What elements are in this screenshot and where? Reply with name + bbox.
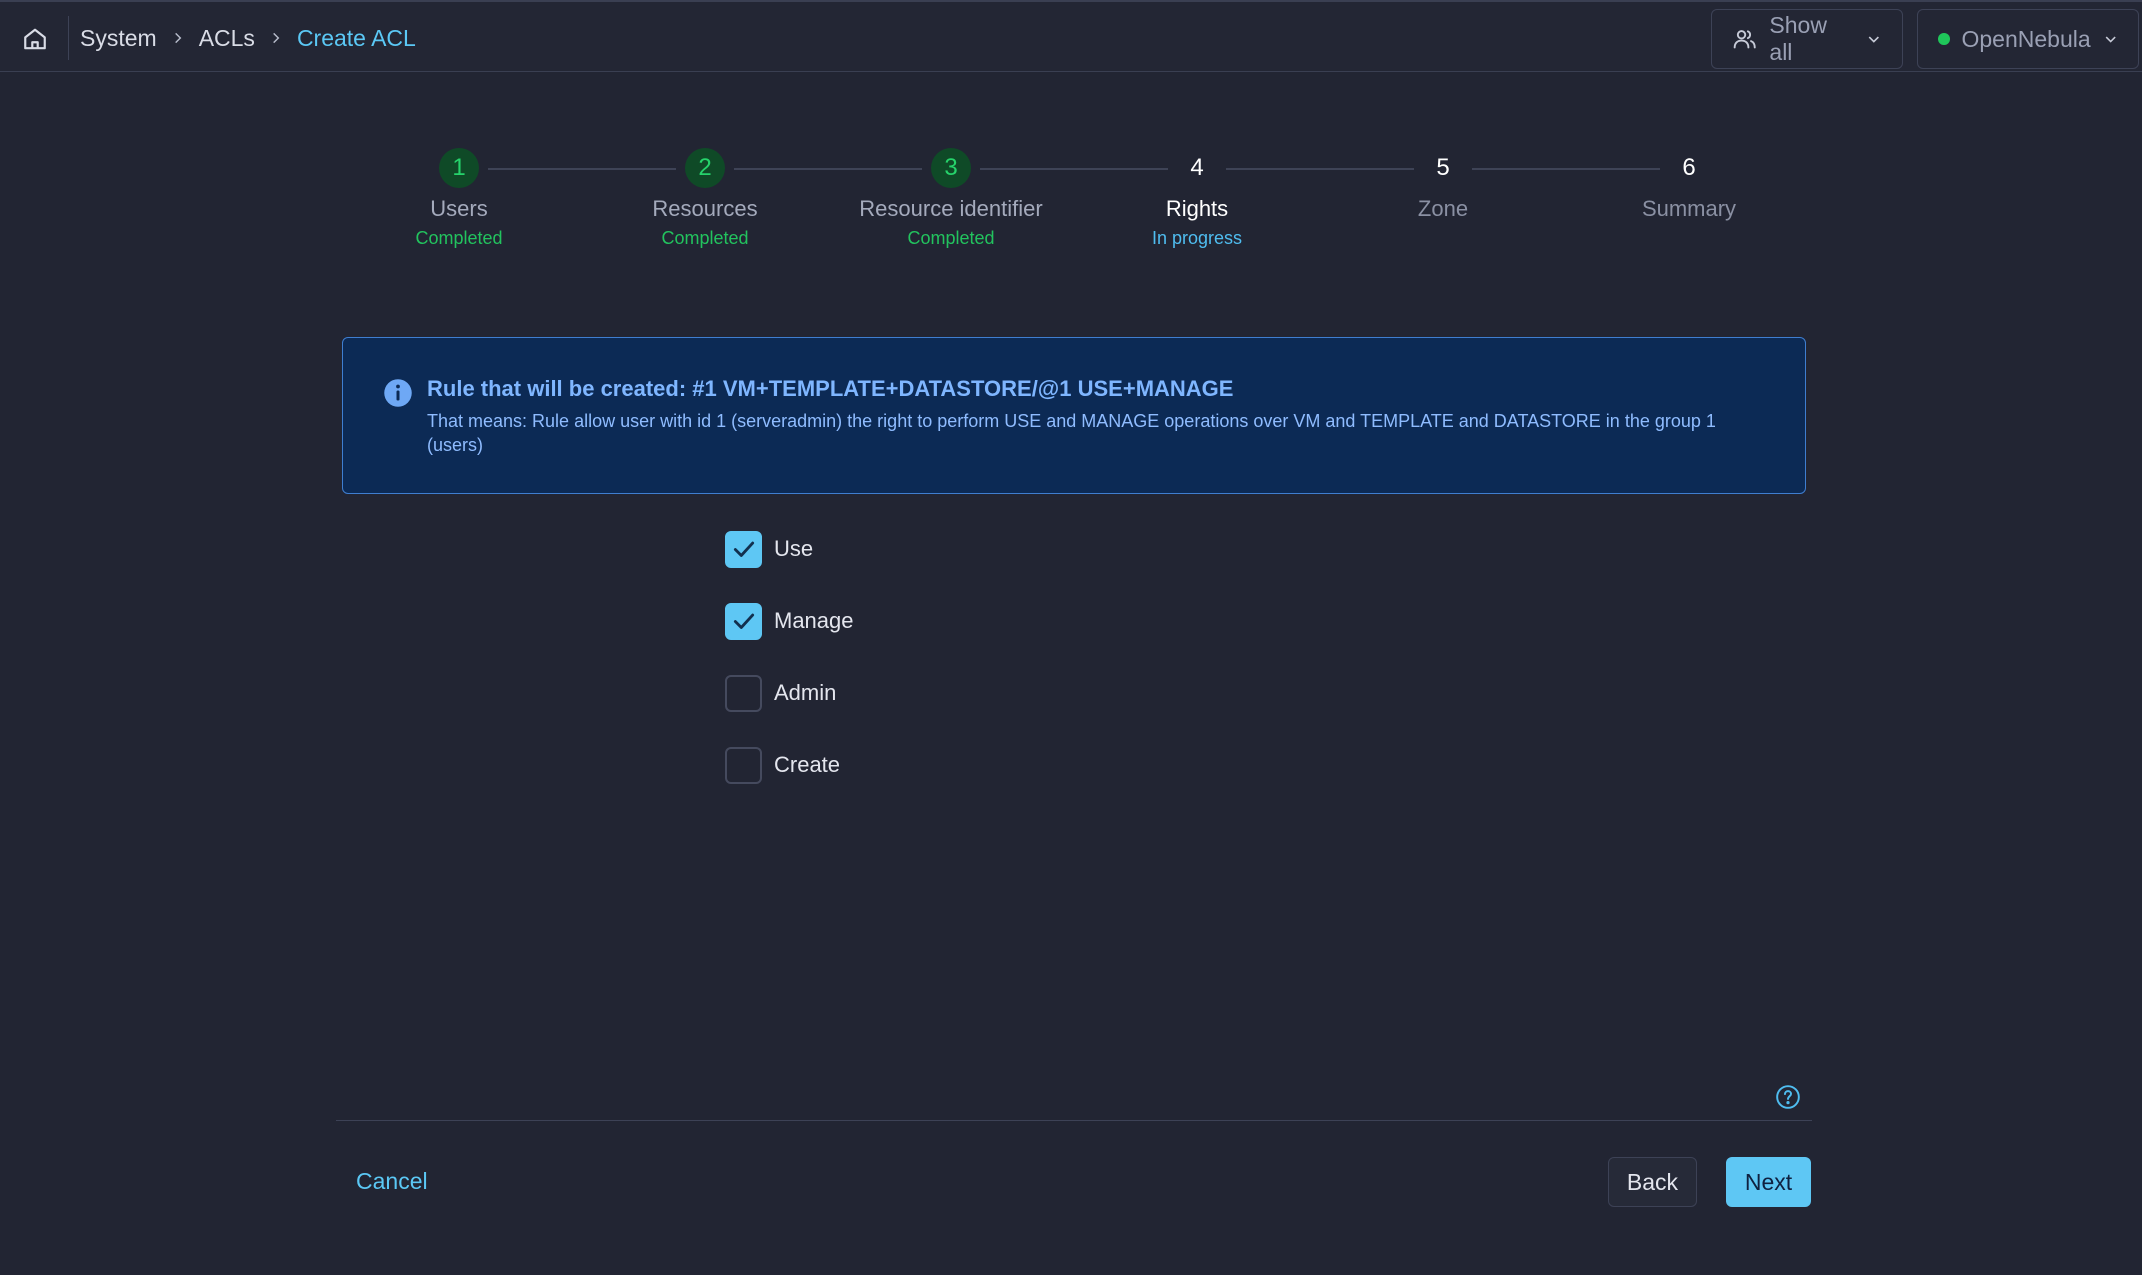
- admin-label: Admin: [774, 680, 837, 705]
- create-label: Create: [774, 752, 841, 777]
- breadcrumb: System ACLs Create ACL: [80, 2, 416, 74]
- home-icon: [24, 28, 46, 50]
- step-resource-identifier[interactable]: 3 Resource identifier Completed: [828, 148, 1074, 249]
- check-icon: [733, 541, 754, 557]
- step-label: Summary: [1641, 196, 1737, 221]
- group-filter-button[interactable]: Show all: [1711, 9, 1903, 69]
- alert-title: Rule that will be created: #1 VM+TEMPLAT…: [427, 376, 1234, 401]
- create-checkbox[interactable]: [725, 746, 762, 784]
- step-number: 6: [1682, 154, 1696, 181]
- check-icon: [733, 613, 754, 629]
- back-button[interactable]: Back: [1608, 1157, 1697, 1207]
- wizard-stepper: 1 Users Completed 2 Resources Completed …: [0, 148, 2142, 248]
- zone-selector-button[interactable]: OpenNebula: [1917, 9, 2139, 69]
- info-icon: [384, 379, 412, 407]
- step-users[interactable]: 1 Users Completed: [336, 148, 582, 249]
- manage-label: Manage: [774, 608, 854, 633]
- group-filter-label: Show all: [1769, 12, 1827, 65]
- use-checkbox[interactable]: [725, 530, 762, 568]
- cancel-button[interactable]: Cancel: [340, 1158, 444, 1204]
- home-divider: [68, 16, 69, 60]
- right-manage-option[interactable]: Manage: [725, 602, 854, 640]
- right-admin-option[interactable]: Admin: [725, 674, 836, 712]
- step-status: In progress: [1151, 228, 1243, 248]
- zone-status-dot: [1938, 33, 1950, 45]
- step-label: Rights: [1165, 196, 1229, 221]
- chevron-down-icon: [1869, 36, 1880, 43]
- step-label: Resource identifier: [859, 196, 1043, 221]
- chevron-right-icon: [269, 31, 283, 45]
- use-label: Use: [774, 536, 814, 561]
- step-number: 4: [1190, 154, 1204, 181]
- home-button[interactable]: [16, 20, 54, 58]
- step-zone: 5 Zone: [1320, 148, 1566, 222]
- step-number: 1: [439, 148, 479, 188]
- admin-checkbox[interactable]: [725, 674, 762, 712]
- zone-selector-label: OpenNebula: [1961, 25, 2091, 52]
- users-icon: [1733, 30, 1756, 49]
- next-button[interactable]: Next: [1726, 1157, 1811, 1207]
- step-summary: 6 Summary: [1566, 148, 1812, 222]
- step-label: Zone: [1417, 196, 1469, 221]
- step-number: 2: [685, 148, 725, 188]
- step-resources[interactable]: 2 Resources Completed: [582, 148, 828, 249]
- breadcrumb-system[interactable]: System: [80, 25, 157, 52]
- step-number: 3: [931, 148, 971, 188]
- step-status: Completed: [907, 228, 995, 248]
- manage-checkbox[interactable]: [725, 602, 762, 640]
- rule-info-alert: Rule that will be created: #1 VM+TEMPLAT…: [342, 337, 1806, 494]
- footer-divider: [336, 1120, 1812, 1121]
- step-status: Completed: [661, 228, 749, 248]
- right-create-option[interactable]: Create: [725, 746, 840, 784]
- help-circle-icon[interactable]: [1775, 1084, 1801, 1110]
- step-label: Users: [430, 196, 488, 221]
- breadcrumb-acls[interactable]: ACLs: [199, 25, 255, 52]
- step-status: Completed: [415, 228, 503, 248]
- breadcrumb-create-acl: Create ACL: [296, 24, 416, 51]
- chevron-right-icon: [171, 31, 185, 45]
- chevron-down-icon: [2105, 36, 2116, 43]
- step-number: 5: [1436, 154, 1450, 181]
- top-bar: System ACLs Create ACL Show all OpenNebu…: [0, 0, 2142, 72]
- step-label: Resources: [652, 196, 758, 221]
- step-rights: 4 Rights In progress: [1074, 148, 1320, 249]
- right-use-option[interactable]: Use: [725, 530, 813, 568]
- alert-description: That means: Rule allow user with id 1 (s…: [427, 411, 1716, 455]
